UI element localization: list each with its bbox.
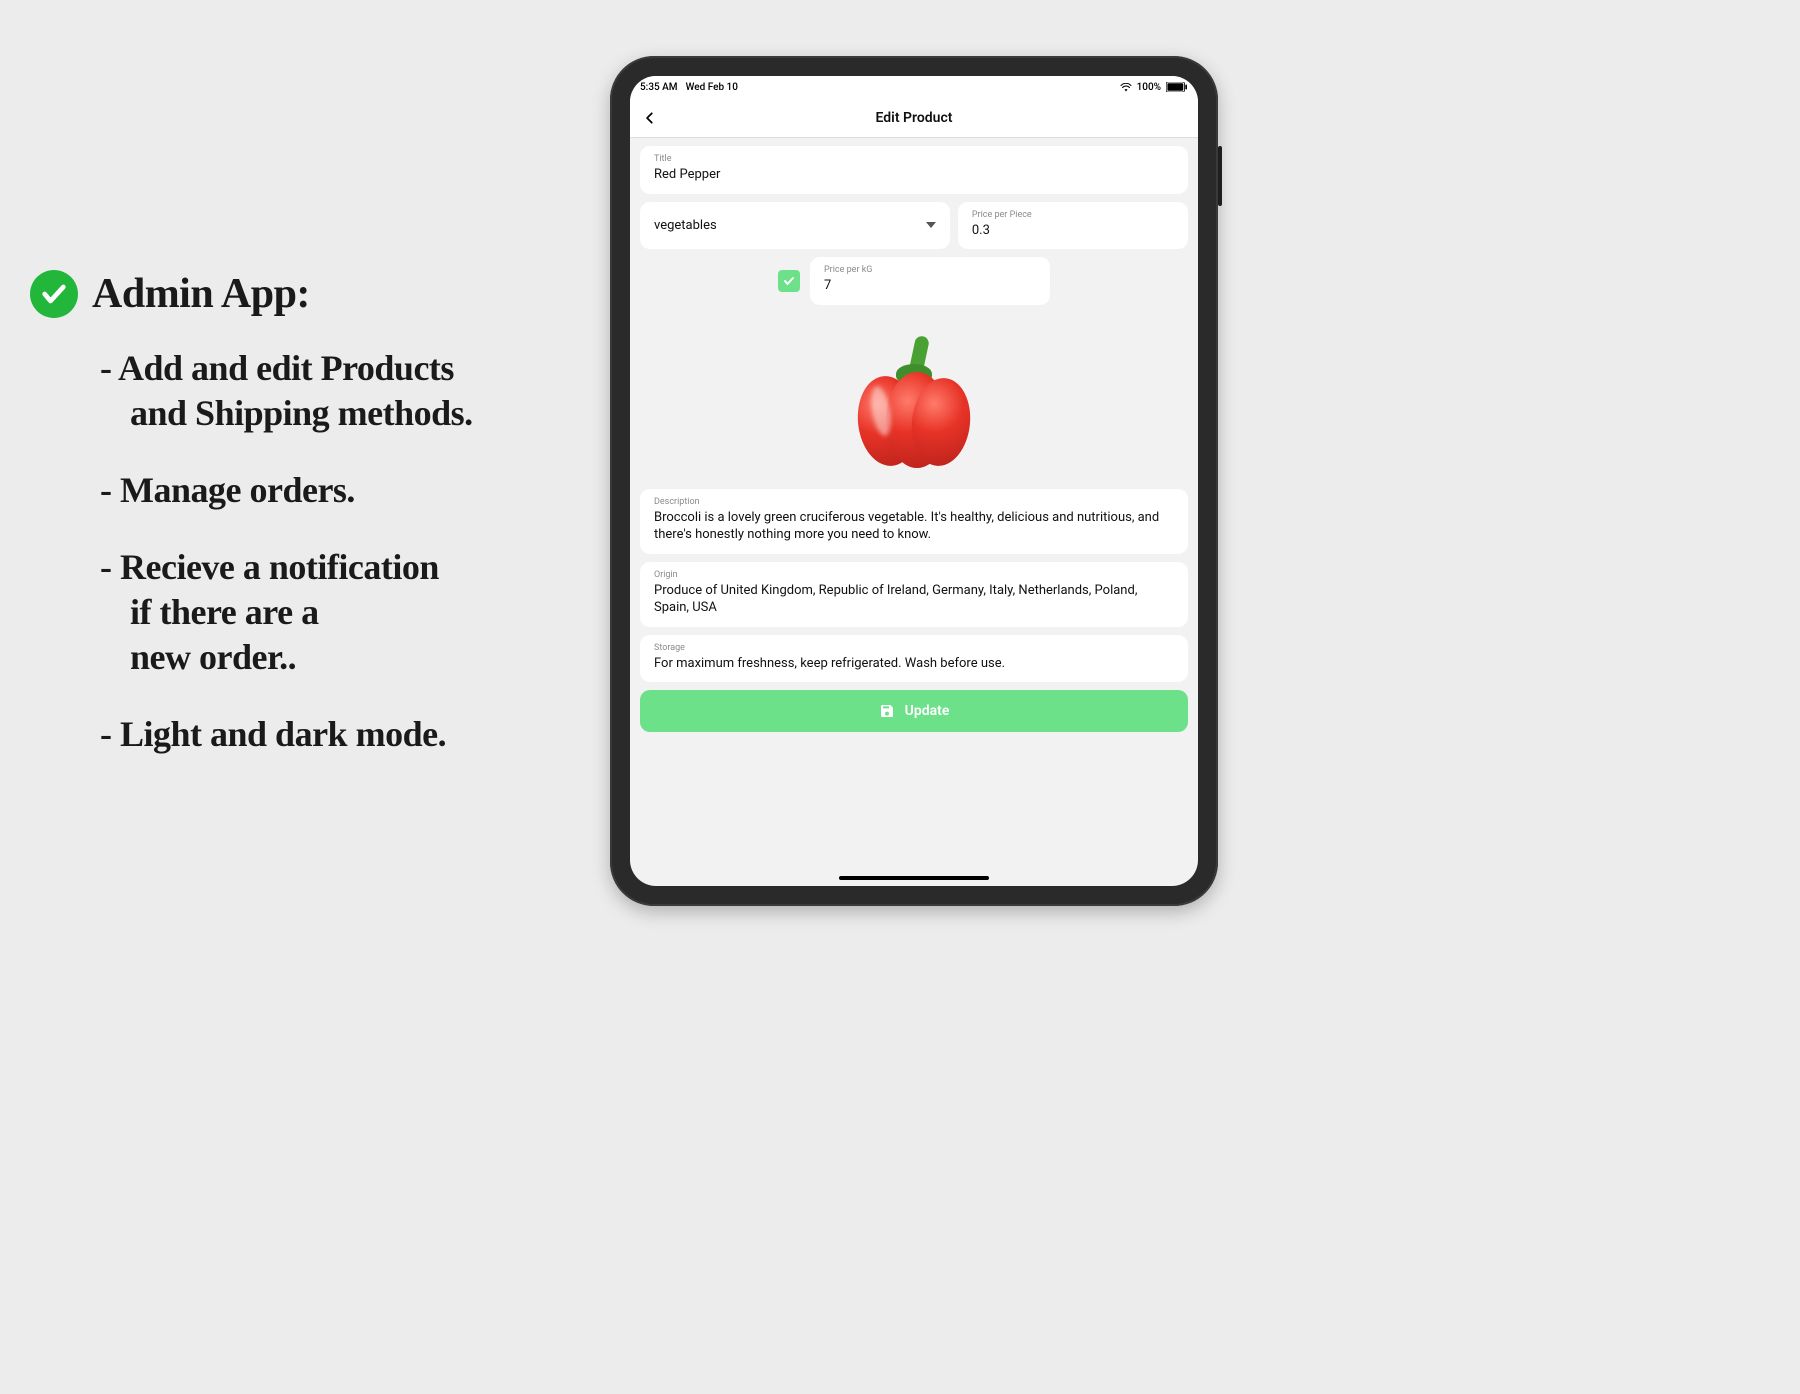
price-per-kg-toggle[interactable]: [778, 270, 800, 292]
field-label: Storage: [654, 643, 1174, 653]
wifi-icon: [1120, 83, 1132, 92]
battery-icon: [1166, 82, 1188, 92]
category-select[interactable]: vegetables: [640, 202, 950, 250]
marketing-headline: Admin App:: [92, 270, 310, 318]
update-button[interactable]: Update: [640, 690, 1188, 732]
field-value: 7: [824, 277, 1036, 295]
storage-field[interactable]: Storage For maximum freshness, keep refr…: [640, 635, 1188, 683]
description-field[interactable]: Description Broccoli is a lovely green c…: [640, 489, 1188, 554]
field-label: Title: [654, 154, 1174, 164]
bullet-line: and Shipping methods.: [100, 391, 590, 436]
title-field[interactable]: Title Red Pepper: [640, 146, 1188, 194]
status-time: 5:35 AM: [640, 82, 678, 93]
bullet-line: - Recieve a notification: [100, 545, 590, 590]
bullet-line: - Add and edit Products: [100, 346, 590, 391]
app-screen: 5:35 AM Wed Feb 10 100%: [630, 76, 1198, 886]
status-date: Wed Feb 10: [686, 82, 738, 93]
check-badge-icon: [30, 270, 78, 318]
check-icon: [783, 275, 795, 287]
nav-bar: Edit Product: [630, 98, 1198, 138]
form-content: Title Red Pepper vegetables Price per Pi…: [630, 138, 1198, 886]
bullet-line: - Manage orders.: [100, 468, 590, 513]
product-image[interactable]: [640, 313, 1188, 483]
page-title: Edit Product: [630, 110, 1198, 126]
marketing-panel: Admin App: - Add and edit Products and S…: [30, 270, 590, 789]
save-icon: [879, 703, 895, 719]
chevron-down-icon: [926, 222, 936, 228]
status-bar: 5:35 AM Wed Feb 10 100%: [630, 76, 1198, 98]
field-label: Description: [654, 497, 1174, 507]
field-label: Price per kG: [824, 265, 1036, 275]
field-value: Red Pepper: [654, 166, 1174, 184]
update-button-label: Update: [905, 703, 950, 719]
status-battery-text: 100%: [1137, 82, 1161, 93]
origin-field[interactable]: Origin Produce of United Kingdom, Republ…: [640, 562, 1188, 627]
field-label: Price per Piece: [972, 210, 1174, 220]
red-pepper-illustration: [854, 328, 974, 468]
bullet-line: if there are a: [100, 590, 590, 635]
field-value: 0.3: [972, 222, 1174, 240]
chevron-left-icon: [643, 111, 657, 125]
bullet-line: new order..: [100, 635, 590, 680]
home-indicator[interactable]: [839, 876, 989, 880]
field-value: Produce of United Kingdom, Republic of I…: [654, 582, 1174, 617]
price-per-kg-field[interactable]: Price per kG 7: [810, 257, 1050, 305]
select-value: vegetables: [654, 218, 717, 233]
field-value: For maximum freshness, keep refrigerated…: [654, 655, 1174, 673]
tablet-frame: 5:35 AM Wed Feb 10 100%: [610, 56, 1218, 906]
back-button[interactable]: [630, 98, 670, 138]
bullet-line: - Light and dark mode.: [100, 712, 590, 757]
marketing-bullets: - Add and edit Products and Shipping met…: [30, 346, 590, 757]
price-per-piece-field[interactable]: Price per Piece 0.3: [958, 202, 1188, 250]
field-value: Broccoli is a lovely green cruciferous v…: [654, 509, 1174, 544]
field-label: Origin: [654, 570, 1174, 580]
